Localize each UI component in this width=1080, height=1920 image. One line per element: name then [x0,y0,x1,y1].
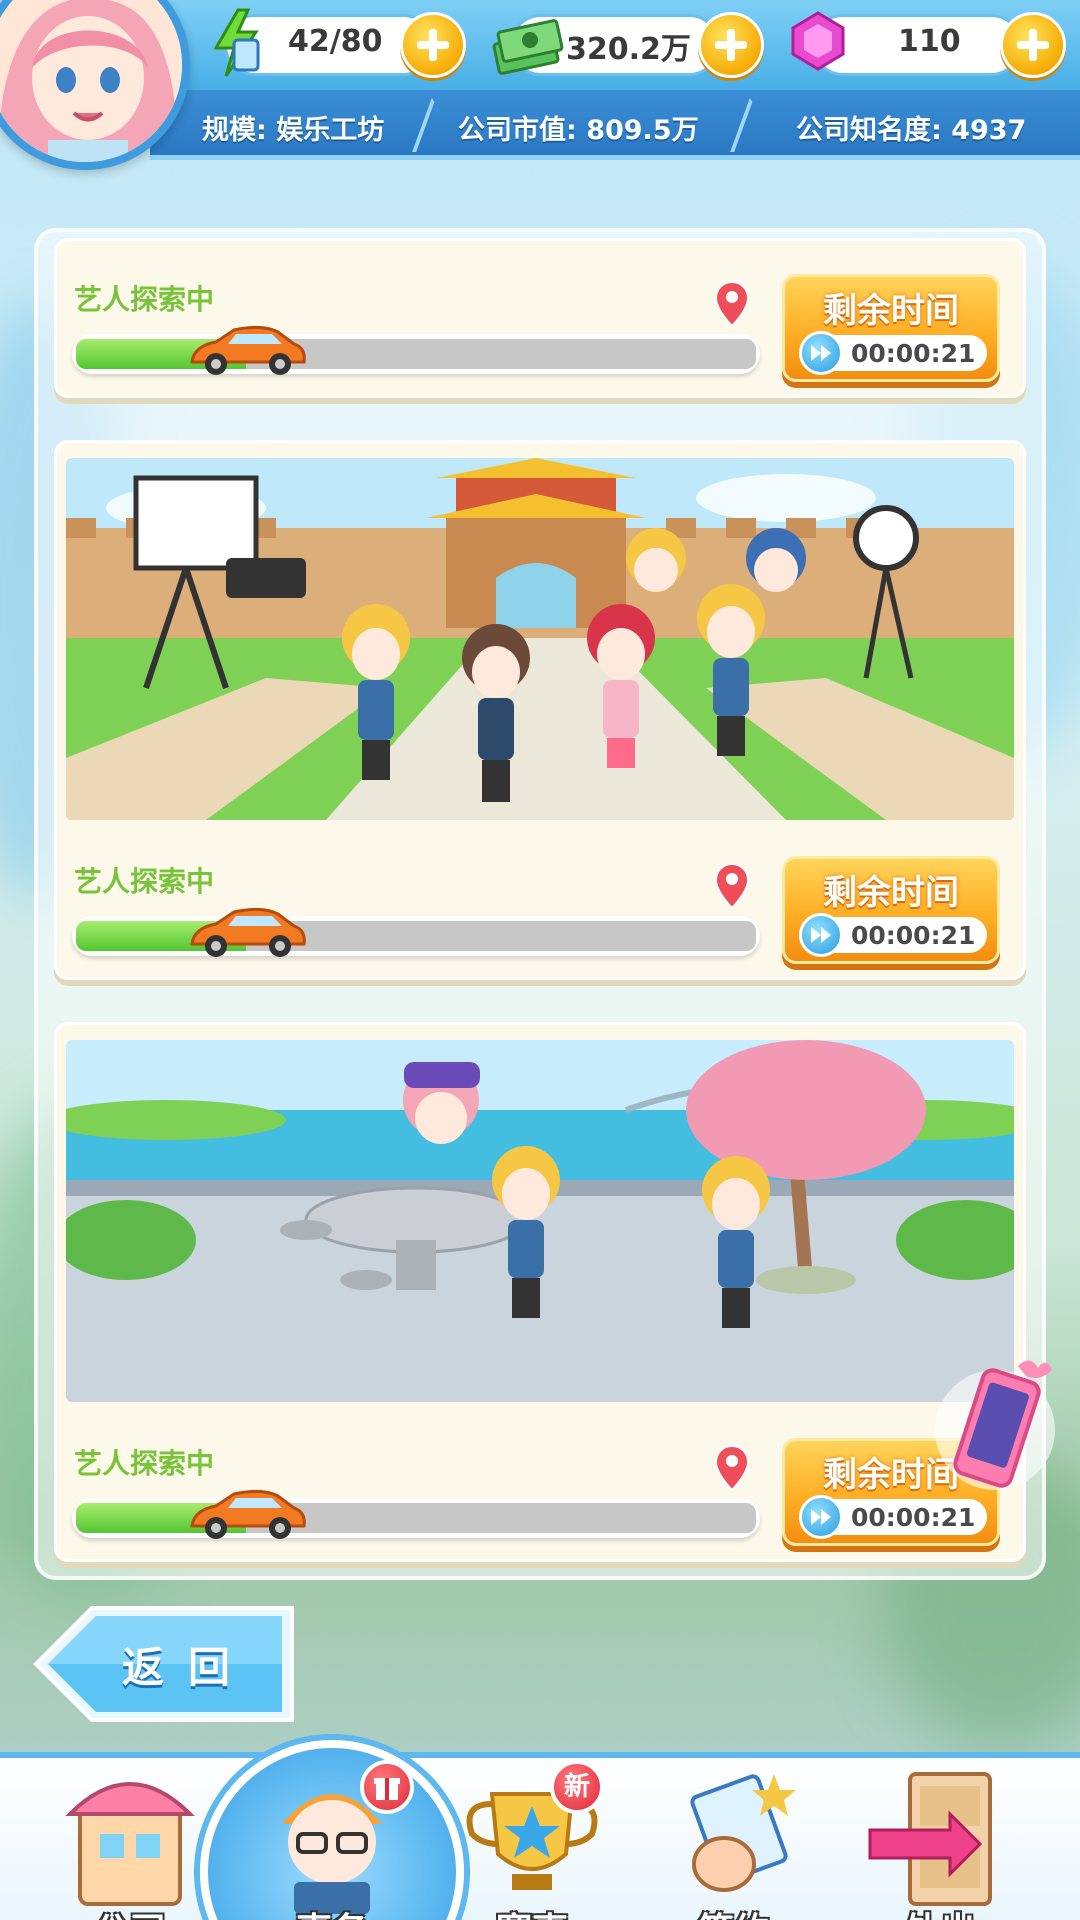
progress-track [72,334,760,374]
location-pin-icon[interactable] [714,280,750,328]
timer-pill: 00:00:21 [799,331,987,375]
lakeside-park-scene [66,1040,1014,1402]
progress-track [72,916,760,956]
pink-phone-icon [935,1360,1055,1490]
phone-shortcut-button[interactable] [930,1352,1060,1502]
energy-value: 42/80 [288,24,383,59]
back-button[interactable]: 返回 [30,1598,300,1730]
add-money-button[interactable] [698,12,764,78]
exploration-status: 艺人探索中 [74,865,215,898]
progress-track [72,1498,760,1538]
time-remaining-label: 剩余时间 [823,291,959,331]
timer-pill: 00:00:21 [799,913,987,957]
exploration-status: 艺人探索中 [74,283,215,316]
orange-car-icon [190,325,306,375]
nav-item-affairs[interactable]: 事务 [242,1760,422,1920]
energy-hourglass-icon [213,8,260,77]
company-stats-bar: 规模: 娱乐工坊 公司市值: 809.5万 公司知名度: 4937 [150,90,1080,160]
location-pin-icon[interactable] [714,1444,750,1492]
time-remaining-label: 剩余时间 [823,873,959,913]
timer-value: 00:00:21 [851,339,976,368]
nav-item-events[interactable]: 新 赛事 [442,1760,622,1920]
orange-car-icon [190,1489,306,1539]
gift-icon [360,1760,414,1814]
nav-label: 事务 [242,1902,422,1920]
pink-gem-icon [791,11,845,71]
back-label: 返回 [122,1643,255,1692]
add-energy-button[interactable] [400,12,466,78]
stat-divider [412,98,450,152]
new-badge: 新 [550,1760,604,1814]
nav-item-contract[interactable]: 签约 [644,1764,824,1920]
money-value: 320.2万 [566,32,691,67]
location-pin-icon[interactable] [714,862,750,910]
company-scale: 规模: 娱乐工坊 [202,115,385,146]
add-gems-button[interactable] [1000,12,1066,78]
nav-label: 赛事 [442,1902,622,1920]
top-hud: 42/80 320.2万 110 规模: 娱乐工坊 公司市值: 809.5万 公… [0,0,1080,170]
exploration-card: 艺人探索中 剩余时间 00:00:21 [54,1022,1026,1562]
nav-label: 外出 [850,1902,1030,1920]
exploration-status: 艺人探索中 [74,1447,215,1480]
nav-label: 签约 [644,1902,824,1920]
company-fame: 公司知名度: 4937 [796,115,1027,146]
nav-label: 公司 [40,1902,220,1920]
time-remaining-button[interactable]: 剩余时间 00:00:21 [782,856,1000,964]
contract-icon [690,1774,796,1892]
stat-divider [730,98,768,152]
timer-value: 00:00:21 [851,1503,976,1532]
company-market-value: 公司市值: 809.5万 [458,115,699,146]
avatar-portrait [0,0,182,162]
building-icon [65,1782,195,1906]
fast-forward-icon [799,913,843,957]
fast-forward-icon [799,331,843,375]
cash-stack-icon [492,19,564,75]
gems-value: 110 [898,24,961,59]
fast-forward-icon [799,1495,843,1539]
time-remaining-button[interactable]: 剩余时间 00:00:21 [782,274,1000,382]
exploration-card: 艺人探索中 剩余时间 00:00:21 [54,238,1026,398]
timer-value: 00:00:21 [851,921,976,950]
timer-pill: 00:00:21 [799,1495,987,1539]
nav-item-outing[interactable]: 外出 [850,1764,1030,1920]
exploration-card: 艺人探索中 剩余时间 00:00:21 [54,440,1026,980]
orange-car-icon [190,907,306,957]
door-exit-icon [868,1772,992,1906]
film-set-scene [66,458,1014,820]
nav-item-company[interactable]: 公司 [40,1764,220,1920]
